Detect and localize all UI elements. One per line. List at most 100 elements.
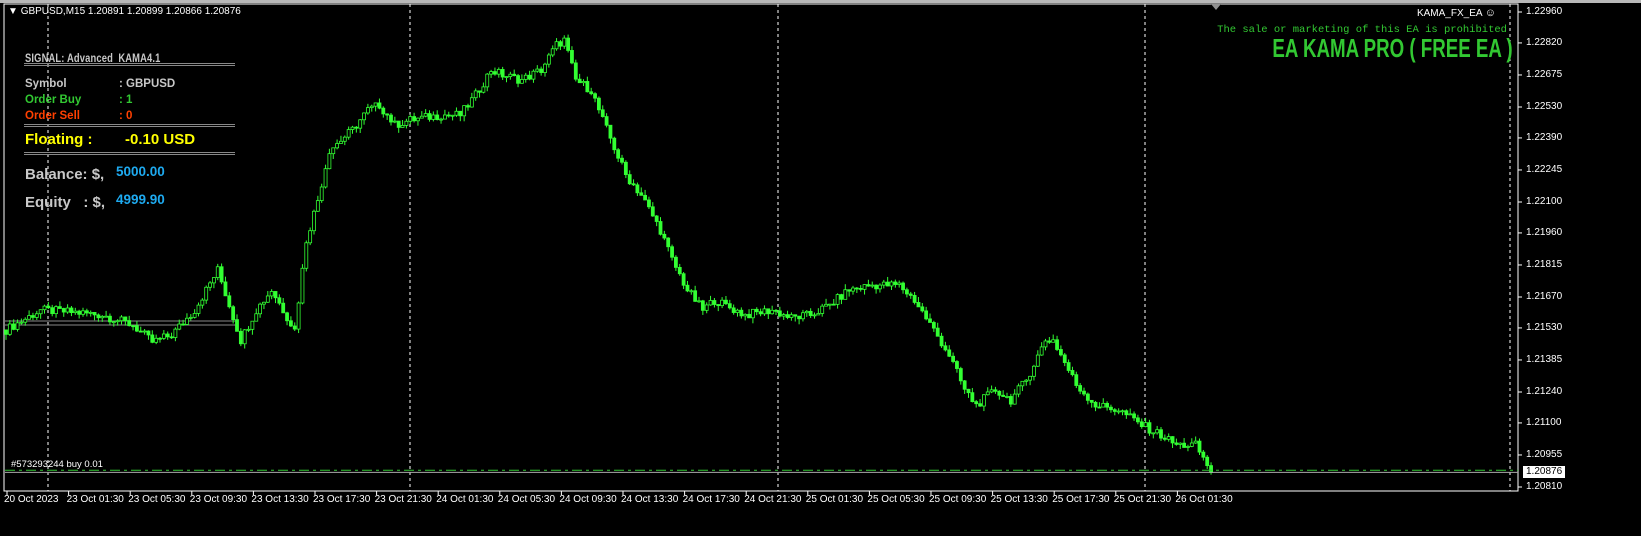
candle-bearish — [1001, 394, 1006, 397]
candle-bullish — [697, 300, 701, 303]
candle-bearish — [123, 316, 128, 321]
candle-bearish — [854, 287, 859, 290]
candle-bullish — [1155, 429, 1160, 434]
candle-bullish — [550, 48, 555, 56]
candle-bullish — [346, 129, 351, 138]
candle-bearish — [570, 50, 574, 64]
candle-bearish — [435, 114, 440, 120]
candle-bearish — [939, 335, 944, 347]
candle-bullish — [1028, 375, 1032, 381]
candle-bullish — [111, 321, 116, 324]
candle-bearish — [604, 116, 609, 126]
candle-bullish — [1005, 396, 1009, 398]
candle-bearish — [905, 289, 909, 295]
candle-bullish — [242, 329, 247, 345]
candle-bearish — [539, 68, 544, 73]
candle-bullish — [508, 73, 513, 77]
time-tick-label: 25 Oct 21:30 — [1113, 494, 1172, 505]
candle-bearish — [285, 312, 289, 322]
candle-bullish — [504, 76, 509, 78]
candle-bearish — [377, 102, 382, 109]
price-tick-label: 1.22820 — [1526, 36, 1563, 48]
candle-bullish — [1012, 393, 1017, 405]
chart-canvas[interactable] — [0, 3, 1641, 536]
time-tick-label: 24 Oct 09:30 — [559, 494, 617, 505]
candle-bullish — [192, 313, 197, 318]
candle-bearish — [766, 308, 771, 315]
candle-bullish — [835, 294, 840, 305]
candle-bearish — [169, 336, 174, 339]
candle-bearish — [500, 69, 505, 78]
candle-bullish — [342, 136, 347, 142]
floating-label: Floating : — [25, 131, 93, 148]
order-buy-label: Order Buy — [25, 94, 82, 106]
candle-bearish — [31, 315, 35, 318]
candle-bearish — [77, 310, 82, 315]
candle-bearish — [1174, 442, 1179, 445]
candle-bearish — [777, 310, 782, 317]
candle-bearish — [797, 315, 801, 320]
candle-bearish — [724, 299, 728, 305]
candle-bearish — [1182, 442, 1186, 448]
candle-bearish — [46, 305, 51, 309]
candle-bullish — [581, 81, 586, 84]
candle-bearish — [693, 290, 698, 302]
candle-bullish — [523, 74, 528, 80]
candle-bearish — [427, 113, 432, 120]
candle-bearish — [951, 355, 955, 362]
candle-bearish — [273, 291, 278, 299]
candle-bearish — [516, 75, 520, 84]
symbol-header[interactable]: ▼ GBPUSD,M15 1.20891 1.20899 1.20866 1.2… — [8, 6, 241, 17]
candle-bearish — [685, 284, 690, 292]
divider — [24, 63, 235, 66]
current-price-label: 1.20876 — [1522, 465, 1567, 479]
candle-bullish — [262, 301, 266, 305]
candle-bearish — [928, 318, 932, 323]
order-label[interactable]: #573293244 buy 0.01 — [11, 459, 103, 470]
candle-bullish — [81, 310, 85, 315]
candle-bearish — [1170, 436, 1175, 444]
candle-bullish — [804, 310, 809, 314]
candle-bearish — [931, 322, 936, 329]
candle-bearish — [127, 320, 132, 327]
candle-bearish — [134, 325, 139, 332]
price-tick-label: 1.22675 — [1526, 68, 1563, 80]
time-tick-label: 20 Oct 2023 — [4, 494, 59, 505]
time-tick-label: 24 Oct 17:30 — [682, 494, 740, 505]
candle-bearish — [785, 314, 790, 318]
collapse-arrow-icon[interactable]: ▼ — [8, 6, 21, 17]
smiley-icon[interactable]: ☺ — [1485, 7, 1496, 19]
candle-bullish — [1035, 354, 1040, 367]
candle-bearish — [1055, 339, 1059, 350]
candle-bearish — [227, 295, 232, 308]
candle-bullish — [154, 337, 159, 343]
candle-bearish — [774, 309, 778, 312]
candle-bullish — [327, 153, 332, 170]
chart-frame — [3, 3, 1519, 492]
candle-bearish — [970, 392, 975, 403]
candle-bearish — [181, 323, 186, 326]
candle-bearish — [808, 310, 813, 316]
candle-bearish — [643, 194, 647, 201]
floating-value: -0.10 USD — [125, 131, 196, 148]
candle-bearish — [920, 306, 925, 312]
candle-bullish — [1166, 436, 1171, 440]
candle-bearish — [446, 114, 451, 117]
candle-bearish — [1112, 409, 1117, 412]
price-tick-label: 1.21100 — [1526, 416, 1562, 428]
candle-bearish — [839, 294, 844, 300]
candle-bearish — [916, 302, 921, 308]
candle-bearish — [238, 330, 243, 345]
time-tick-label: 23 Oct 09:30 — [189, 494, 248, 505]
candle-bullish — [820, 305, 825, 314]
candle-bearish — [681, 273, 686, 286]
price-tick-label: 1.20955 — [1526, 448, 1563, 460]
candle-bullish — [881, 281, 886, 286]
price-chart[interactable] — [0, 3, 1641, 536]
candle-bullish — [442, 114, 447, 120]
candle-bearish — [231, 306, 236, 321]
candle-bullish — [689, 290, 694, 293]
candle-bullish — [173, 328, 178, 338]
price-tick-label: 1.22530 — [1526, 101, 1563, 112]
candle-bearish — [1209, 465, 1213, 473]
